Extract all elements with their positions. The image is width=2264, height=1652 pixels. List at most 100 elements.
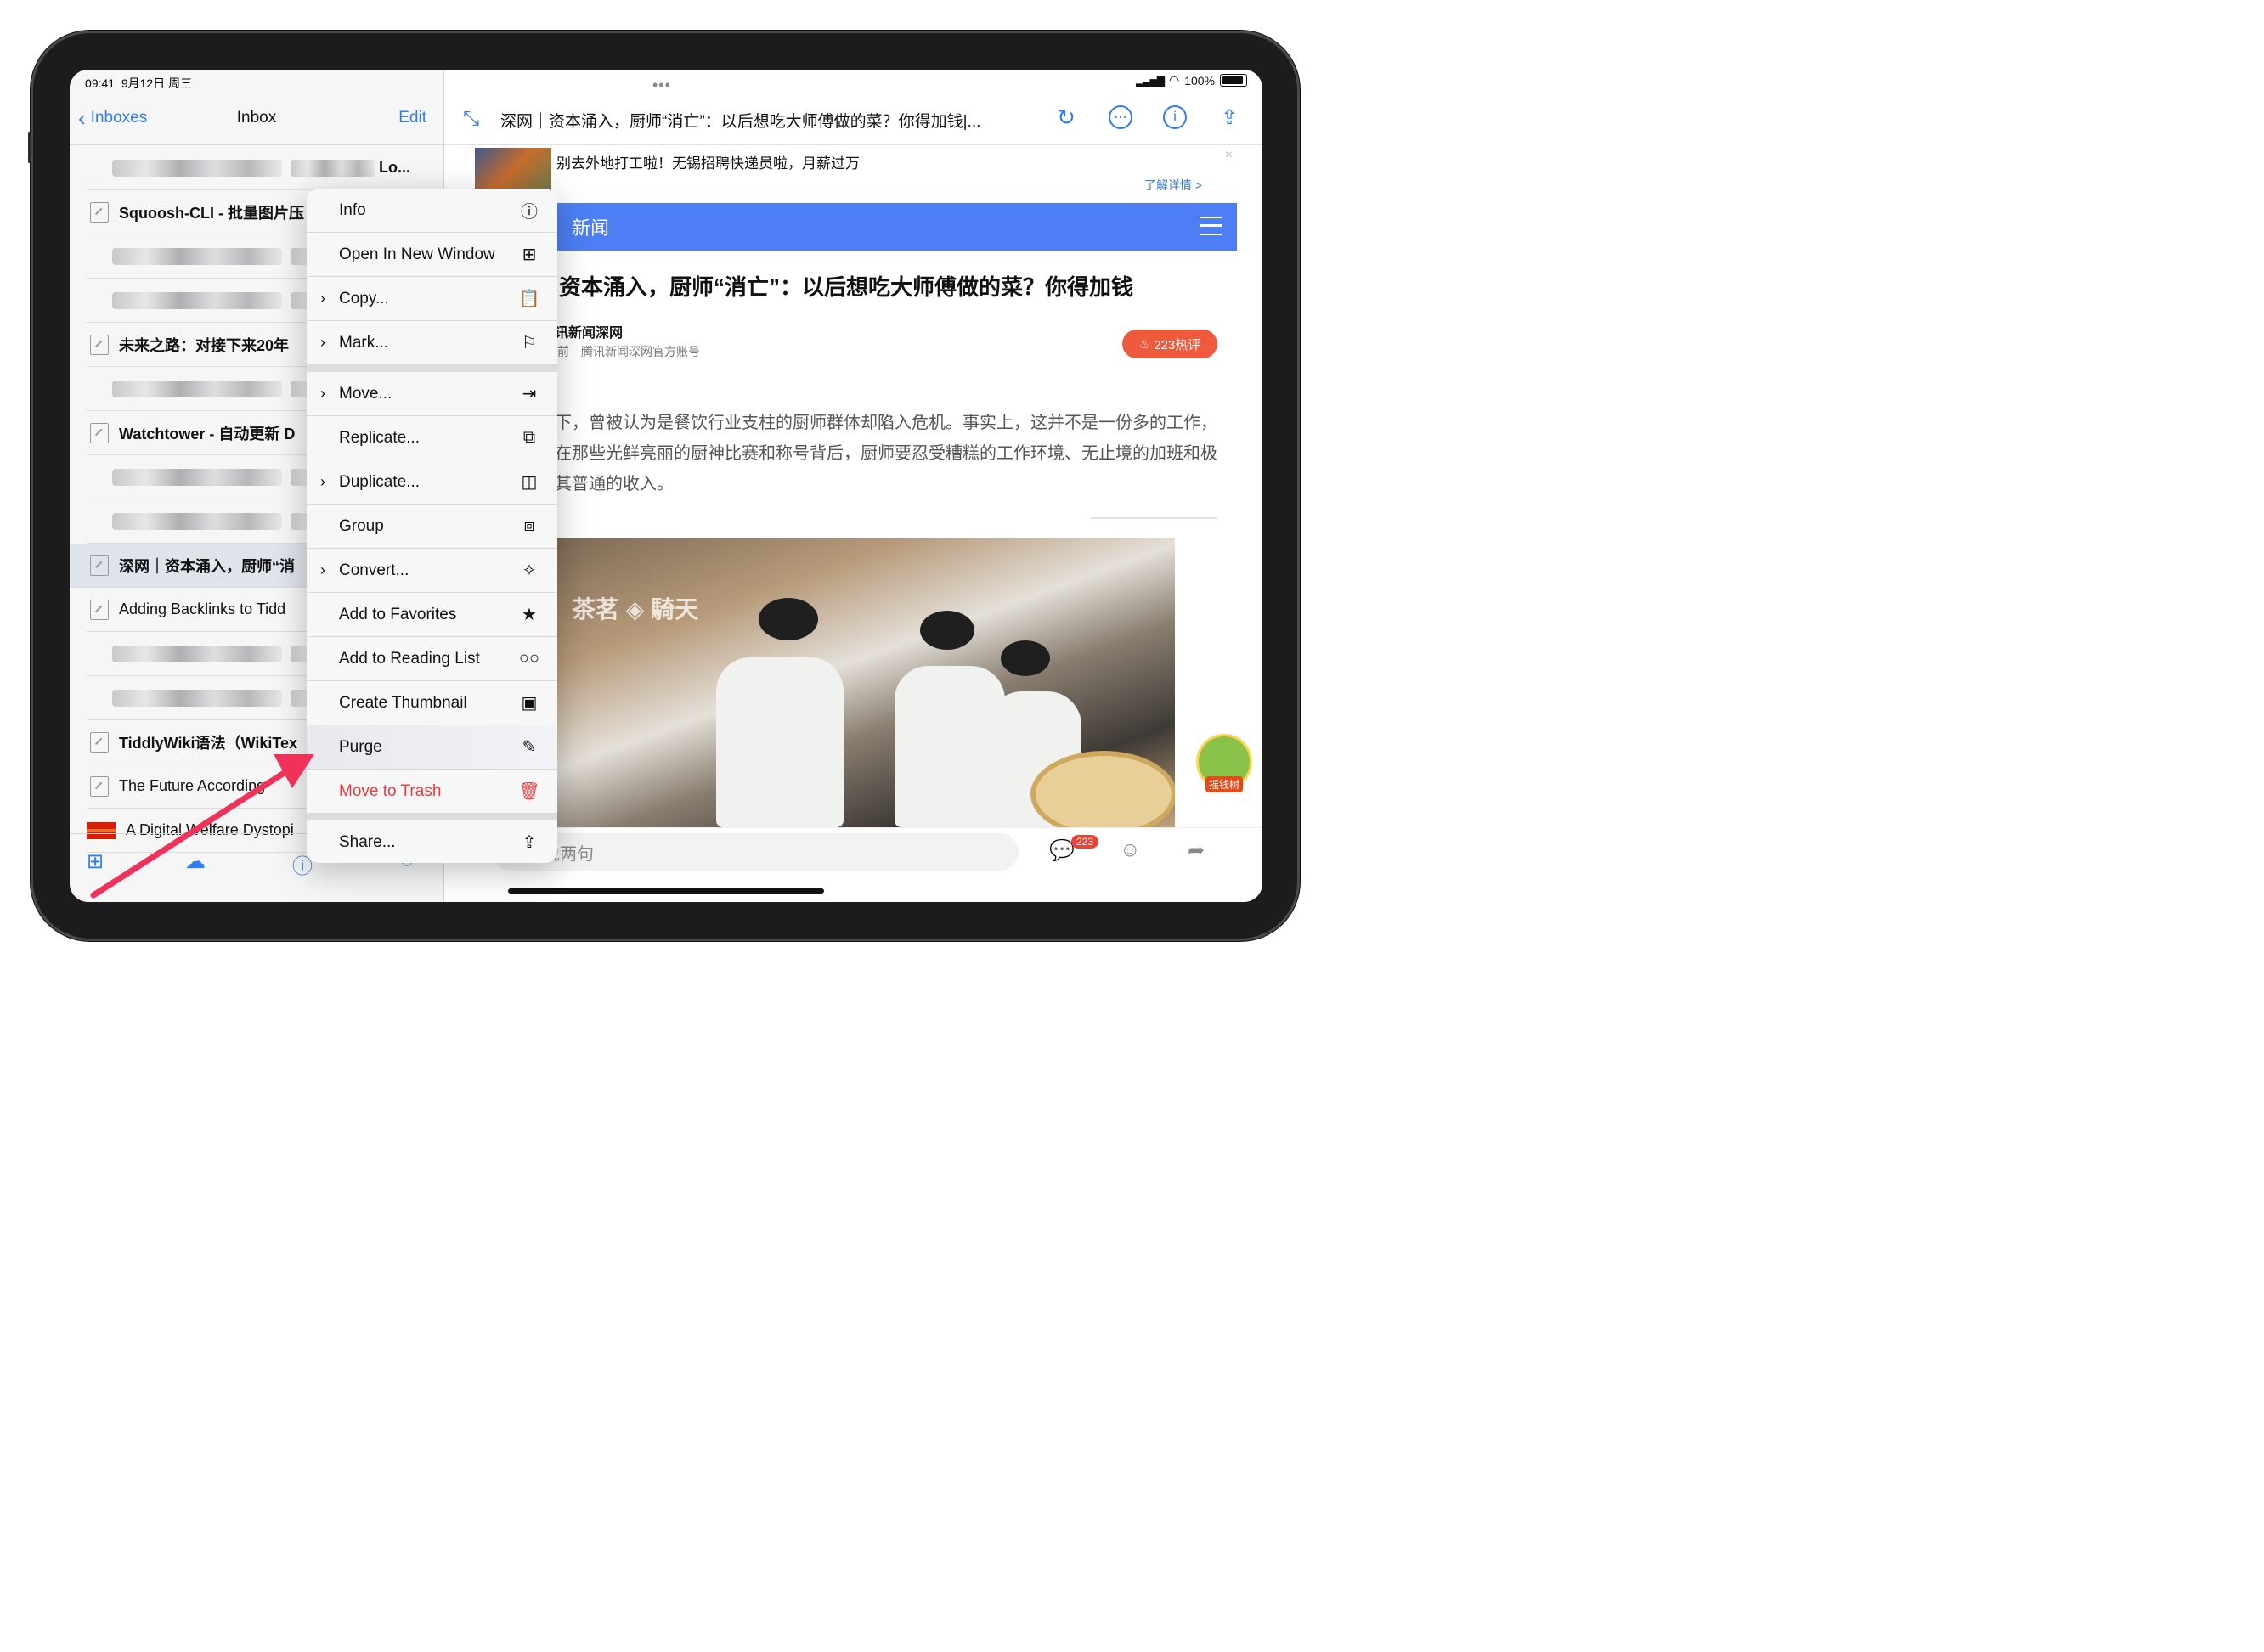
more-options-icon[interactable]: ⋯ (1109, 105, 1132, 129)
list-item[interactable]: Lo... (87, 146, 443, 190)
menu-item-label: Move to Trash (339, 781, 442, 800)
magic-wand-icon: ✧ (522, 561, 537, 580)
menu-item-label: Create Thumbnail (339, 693, 467, 712)
ad-more-link[interactable]: 了解详情 > (1144, 177, 1202, 194)
document-icon (90, 731, 109, 753)
hot-comments-button[interactable]: ♨ 223热评 (1122, 330, 1217, 358)
redacted-text (112, 512, 282, 530)
hot-comments-label: 223热评 (1154, 337, 1201, 352)
context-menu: Info ⓘ Open In New Window ⊞ › Copy... 📋 › Mark..… (307, 189, 557, 863)
divider (1090, 517, 1217, 519)
news-header-bar: 新闻 (475, 203, 1237, 251)
menu-item-label: Add to Favorites (339, 605, 457, 623)
screen: 09:41 9月12日 周三 ‹ Inboxes Inbox Edit Lo..… (70, 70, 1262, 902)
document-icon (90, 555, 109, 576)
forward-icon[interactable]: ➦ (1188, 838, 1205, 863)
add-icon[interactable]: ⊞ (87, 849, 104, 874)
document-nav-bar: ⤡ 深网｜资本涌入，厨师“消亡”：以后想吃大师傅做的菜？你得加钱|... ↻ ⋯… (444, 104, 1262, 145)
flame-icon: ♨ (1138, 337, 1151, 352)
comment-input[interactable]: 说两句 (492, 833, 1019, 871)
battery-icon (1220, 74, 1247, 87)
battery-percent: 100% (1184, 73, 1215, 87)
list-item-title: The Future According (119, 777, 266, 794)
status-date: 9月12日 周三 (121, 76, 193, 90)
document-pane: ••• ▂▃▅▇ ◠ 100% ⤡ 深网｜资本涌入，厨师“消亡”：以后想吃大师傅… (444, 70, 1262, 902)
reload-icon[interactable]: ↻ (1054, 104, 1078, 130)
menu-item-label: Move... (339, 384, 392, 403)
menu-item-add-favorites[interactable]: Add to Favorites ★ (307, 593, 557, 637)
chef-figure (716, 657, 844, 827)
redacted-text (112, 468, 282, 486)
redacted-text (112, 689, 282, 707)
move-icon: ⇥ (522, 385, 537, 403)
menu-item-share[interactable]: Share... ⇪ (307, 820, 557, 863)
image-icon: ▣ (521, 694, 538, 713)
menu-item-label: Replicate... (339, 428, 421, 447)
info-icon: ⓘ (521, 203, 538, 222)
article-photo: 茶茗 ◈ 騎天 (555, 538, 1175, 827)
trash-icon: 🗑 (518, 782, 540, 801)
news-label: 新闻 (572, 217, 610, 239)
cloud-sync-icon[interactable]: ☁ (185, 849, 206, 874)
status-indicators: ▂▃▅▇ ◠ 100% (1136, 73, 1247, 87)
signal-icon: ▂▃▅▇ (1136, 74, 1165, 87)
hardware-button (28, 132, 31, 163)
money-tree-widget[interactable]: 摇钱树 (1196, 734, 1252, 792)
replicate-icon: ⧉ (522, 428, 536, 447)
group-icon: ⧈ (523, 516, 535, 535)
menu-item-group[interactable]: Group ⧈ (307, 505, 557, 549)
menu-item-convert[interactable]: › Convert... ✧ (307, 549, 557, 593)
menu-item-create-thumbnail[interactable]: Create Thumbnail ▣ (307, 681, 557, 725)
menu-item-duplicate[interactable]: › Duplicate... ◫ (307, 460, 557, 505)
menu-item-open-new-window[interactable]: Open In New Window ⊞ (307, 233, 557, 277)
menu-item-label: Convert... (339, 561, 409, 579)
menu-item-purge[interactable]: Purge ✎ (307, 725, 557, 770)
menu-item-label: Info (339, 200, 366, 219)
share-icon[interactable]: ⇪ (1217, 105, 1241, 129)
ad-close-icon[interactable]: × (1225, 148, 1233, 163)
article-source: 讯新闻深网 (555, 326, 624, 341)
multitask-dots-icon[interactable]: ••• (652, 76, 671, 94)
menu-item-replicate[interactable]: Replicate... ⧉ (307, 416, 557, 460)
wechat-icon[interactable]: ☺ (1120, 838, 1141, 862)
list-item-title: TiddlyWiki语法（WikiTex (119, 734, 298, 752)
menu-item-label: Add to Reading List (339, 649, 480, 668)
menu-item-label: Group (339, 516, 384, 535)
chevron-right-icon: › (320, 385, 325, 402)
wifi-icon: ◠ (1168, 73, 1180, 87)
article-headline: 资本涌入，厨师“消亡”：以后想吃大师傅做的菜？你得加钱 (559, 274, 1134, 300)
edit-button[interactable]: Edit (398, 109, 426, 127)
list-item-title: Lo... (379, 159, 410, 176)
menu-item-add-reading-list[interactable]: Add to Reading List ○○ (307, 637, 557, 681)
menu-item-info[interactable]: Info ⓘ (307, 189, 557, 233)
money-tree-label: 摇钱树 (1205, 776, 1243, 792)
ad-banner[interactable]: 别去外地打工啦！无锡招聘快递员啦，月薪过万 了解详情 > × (475, 148, 1239, 195)
expand-icon[interactable]: ⤡ (463, 107, 479, 131)
document-icon (90, 775, 109, 797)
menu-item-label: Purge (339, 737, 382, 756)
redacted-text (112, 380, 282, 397)
menu-item-move[interactable]: › Move... ⇥ (307, 372, 557, 416)
info-icon[interactable]: i (1163, 105, 1187, 129)
chef-cap (1001, 640, 1050, 676)
menu-item-label: Mark... (339, 333, 389, 352)
chevron-right-icon: › (320, 561, 325, 578)
hamburger-menu-icon[interactable] (1200, 217, 1222, 235)
document-icon (90, 422, 109, 443)
list-item-title: 未来之路：对接下来20年 (119, 336, 290, 354)
bamboo-steamer (1030, 751, 1175, 827)
menu-item-mark[interactable]: › Mark... ⚐ (307, 321, 557, 365)
chef-cap (759, 598, 818, 640)
redacted-text (291, 159, 375, 177)
chevron-right-icon: › (320, 290, 325, 307)
clipboard-icon: 📋 (518, 290, 540, 308)
menu-item-move-to-trash[interactable]: Move to Trash 🗑 (307, 770, 557, 814)
document-icon (90, 334, 109, 355)
chevron-right-icon: › (320, 334, 325, 351)
redacted-text (112, 291, 282, 309)
menu-item-copy[interactable]: › Copy... 📋 (307, 277, 557, 321)
menu-item-label: Duplicate... (339, 472, 421, 491)
ad-text: 别去外地打工啦！无锡招聘快递员啦，月薪过万 (556, 155, 860, 172)
document-title: 深网｜资本涌入，厨师“消亡”：以后想吃大师傅做的菜？你得加钱|... (500, 113, 981, 131)
chef-cap (920, 611, 974, 650)
